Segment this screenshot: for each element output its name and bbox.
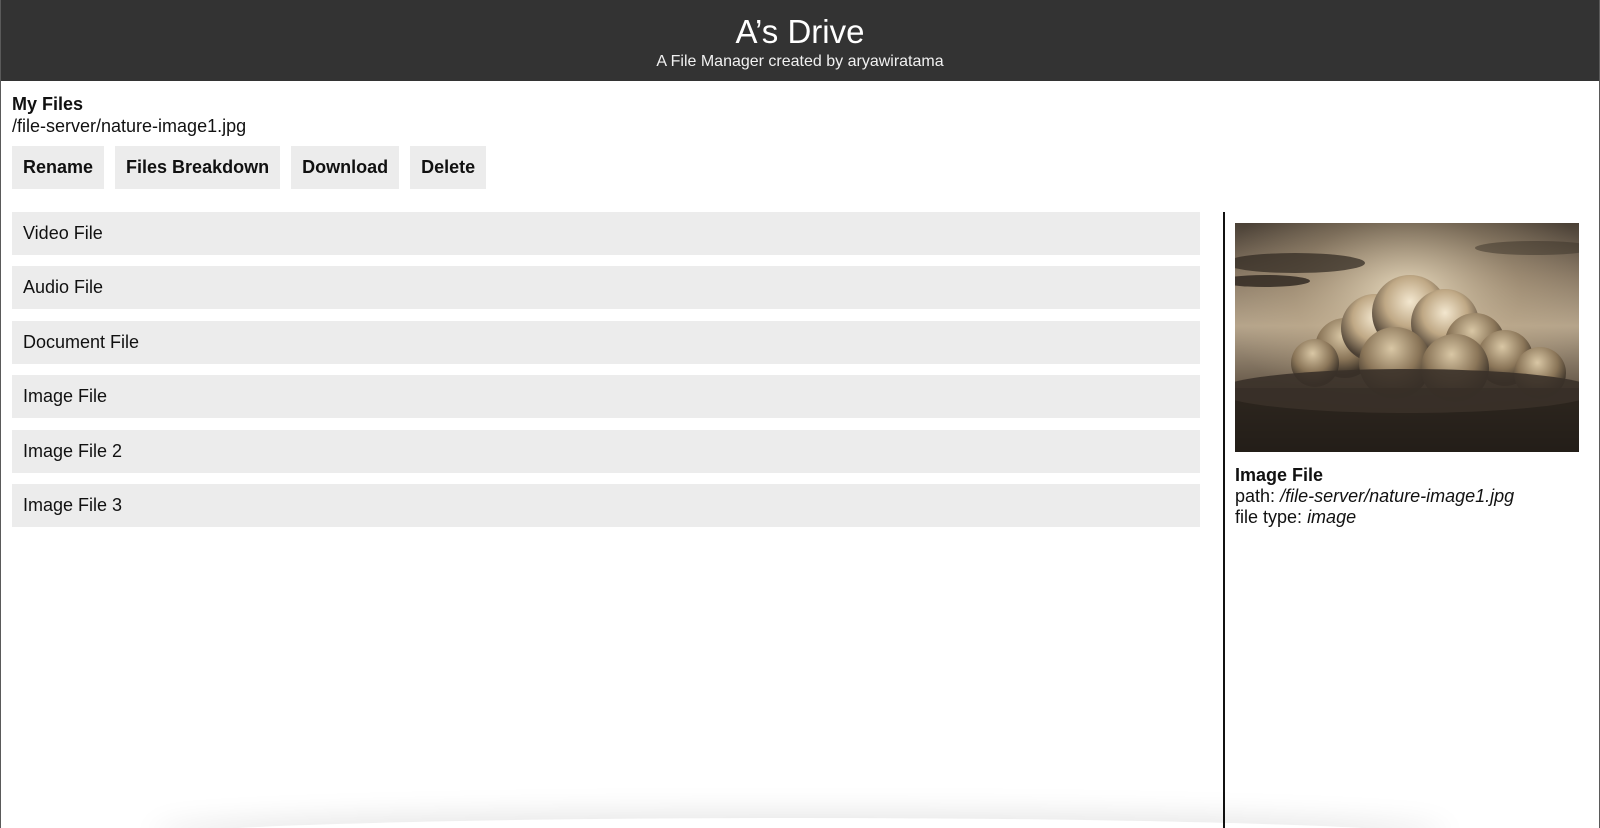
preview-type-value: image xyxy=(1307,507,1357,527)
toolbar: Rename Files Breakdown Download Delete xyxy=(12,146,487,189)
file-row-audio[interactable]: Audio File xyxy=(12,266,1200,310)
app-subtitle: A File Manager created by aryawiratama xyxy=(656,53,944,70)
preview-path-value: /file-server/nature-image1.jpg xyxy=(1280,486,1515,506)
file-list: Video File Audio File Document File Imag… xyxy=(12,212,1200,538)
file-row-image-2[interactable]: Image File 2 xyxy=(12,429,1200,473)
preview-file-name: Image File xyxy=(1235,465,1324,485)
preview-type-line: file type: image xyxy=(1235,507,1579,528)
download-button[interactable]: Download xyxy=(291,146,400,189)
app-header: A’s Drive A File Manager created by arya… xyxy=(1,0,1599,81)
delete-button[interactable]: Delete xyxy=(410,146,487,189)
app-window: A’s Drive A File Manager created by arya… xyxy=(0,0,1600,828)
preview-type-label: file type: xyxy=(1235,507,1303,527)
rename-button[interactable]: Rename xyxy=(12,146,105,189)
bottom-shadow xyxy=(151,818,1449,828)
files-breakdown-button[interactable]: Files Breakdown xyxy=(115,146,281,189)
breadcrumb-title[interactable]: My Files xyxy=(12,93,246,115)
preview-image xyxy=(1235,223,1579,452)
file-row-document[interactable]: Document File xyxy=(12,320,1200,364)
current-path: /file-server/nature-image1.jpg xyxy=(12,116,247,136)
preview-path-line: path: /file-server/nature-image1.jpg xyxy=(1235,486,1579,507)
panel-divider xyxy=(1223,212,1225,828)
file-row-video[interactable]: Video File xyxy=(12,212,1200,255)
breadcrumb: My Files /file-server/nature-image1.jpg xyxy=(12,93,246,137)
preview-path-label: path: xyxy=(1235,486,1276,506)
app-title: A’s Drive xyxy=(735,13,865,50)
file-row-image[interactable]: Image File xyxy=(12,375,1200,419)
preview-panel: Image File path: /file-server/nature-ima… xyxy=(1235,223,1579,528)
file-row-image-3[interactable]: Image File 3 xyxy=(12,483,1200,527)
